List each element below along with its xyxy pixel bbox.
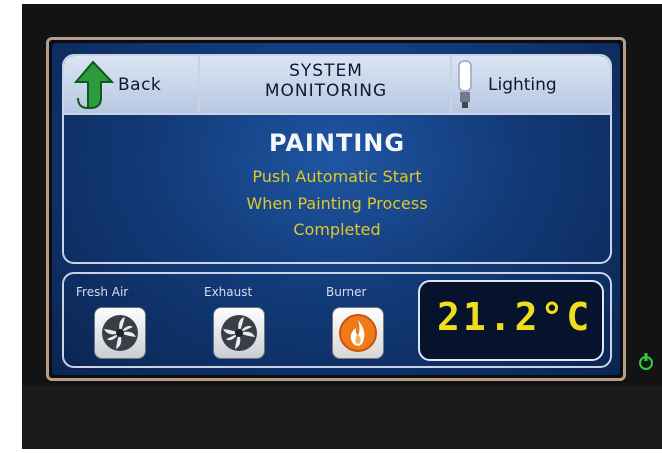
temperature-unit: °C <box>540 295 593 339</box>
burner-button[interactable] <box>332 307 384 359</box>
message-line: When Painting Process <box>246 194 428 213</box>
page-title: SYSTEM MONITORING <box>200 61 452 101</box>
sensor-led-icon <box>639 353 653 370</box>
page-title-line1: SYSTEM <box>289 61 363 81</box>
exhaust-button[interactable] <box>213 307 265 359</box>
fan-icon <box>221 315 257 351</box>
fresh-air-label: Fresh Air <box>76 285 129 299</box>
mode-title: PAINTING <box>268 129 406 157</box>
light-bulb-icon <box>458 60 472 108</box>
lighting-label: Lighting <box>488 75 557 95</box>
temperature-readout: 21.2°C <box>437 295 592 339</box>
bezel-bottom-panel <box>22 385 662 449</box>
exhaust-label: Exhaust <box>204 285 253 299</box>
message-line: Completed <box>293 220 381 239</box>
page-title-line2: MONITORING <box>264 81 388 101</box>
back-label: Back <box>118 75 162 95</box>
back-arrow-icon <box>73 60 115 110</box>
burner-label: Burner <box>326 285 367 299</box>
fan-icon <box>102 315 138 351</box>
flame-icon <box>339 314 377 352</box>
fresh-air-button[interactable] <box>94 307 146 359</box>
message-line: Push Automatic Start <box>252 167 422 186</box>
temperature-value: 21.2 <box>437 295 541 339</box>
header-divider <box>62 113 612 115</box>
